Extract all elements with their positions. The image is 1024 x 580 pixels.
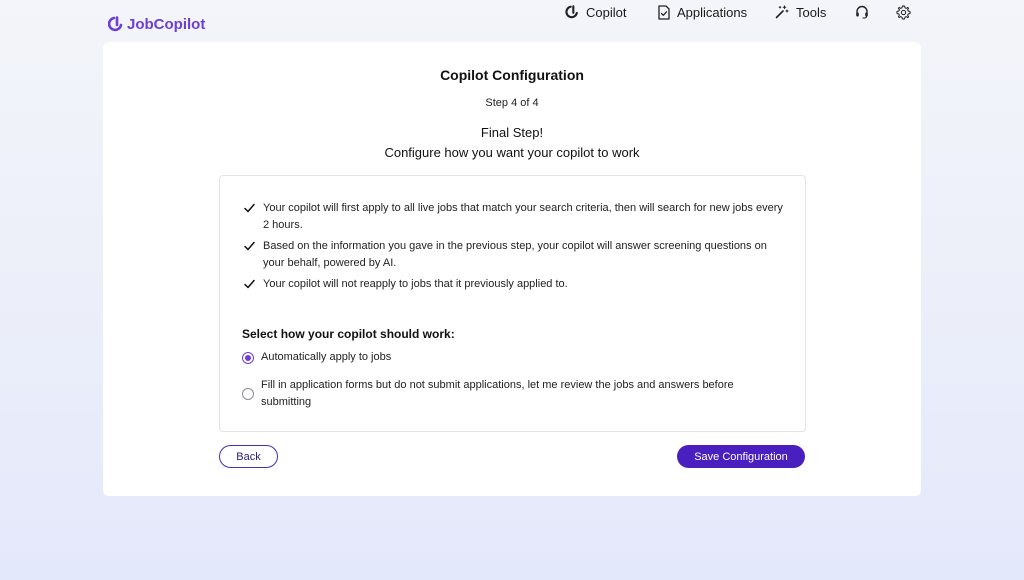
copilot-logo-icon: [565, 5, 578, 19]
headset-icon: [856, 5, 868, 19]
final-step-heading: Final Step!: [480, 125, 544, 140]
page-title: Copilot Configuration: [440, 67, 584, 83]
configure-subheading: Configure how you want your copilot to w…: [384, 145, 640, 160]
radio-button-selected[interactable]: [242, 351, 254, 364]
mode-select-title: Select how your copilot should work:: [242, 327, 455, 341]
radio-review-before-submit[interactable]: Fill in application forms but do not sub…: [242, 377, 782, 411]
settings-button[interactable]: [896, 0, 911, 24]
copilot-logo-icon: [108, 16, 123, 32]
radio-label: Automatically apply to jobs: [261, 351, 392, 363]
list-item: Your copilot will first apply to all liv…: [244, 200, 784, 234]
gear-icon: [896, 4, 911, 20]
list-item: Based on the information you gave in the…: [244, 238, 784, 272]
radio-auto-apply[interactable]: Automatically apply to jobs: [242, 349, 782, 366]
list-item: Your copilot will not reapply to jobs th…: [244, 276, 784, 293]
nav-item-tools[interactable]: Tools: [775, 0, 826, 24]
nav-item-label: Applications: [677, 4, 748, 20]
configuration-card: Copilot Configuration Step 4 of 4 Final …: [103, 42, 921, 496]
logo-text: JobCopilot: [127, 15, 206, 33]
checkmark-icon: [244, 203, 255, 213]
info-text: Your copilot will first apply to all liv…: [263, 202, 783, 231]
info-text: Based on the information you gave in the…: [263, 240, 767, 269]
document-icon: [658, 4, 670, 20]
back-button[interactable]: Back: [219, 445, 278, 468]
nav-item-applications[interactable]: Applications: [658, 0, 747, 24]
support-button[interactable]: [855, 0, 869, 24]
radio-label: Fill in application forms but do not sub…: [261, 379, 734, 408]
nav-item-label: Tools: [796, 4, 827, 20]
nav-item-label: Copilot: [586, 4, 627, 20]
checkmark-icon: [244, 241, 255, 251]
nav-item-copilot[interactable]: Copilot: [565, 0, 626, 24]
save-configuration-button[interactable]: Save Configuration: [677, 445, 805, 468]
magic-wand-icon: [775, 5, 789, 19]
jobcopilot-logo[interactable]: JobCopilot: [108, 14, 205, 34]
info-text: Your copilot will not reapply to jobs th…: [263, 278, 568, 290]
checkmark-icon: [244, 279, 255, 289]
radio-button[interactable]: [242, 388, 254, 400]
step-indicator: Step 4 of 4: [485, 97, 539, 109]
configuration-panel: Your copilot will first apply to all liv…: [219, 175, 806, 432]
top-navigation-bar: JobCopilot Copilot Applications Tools: [0, 0, 1024, 48]
